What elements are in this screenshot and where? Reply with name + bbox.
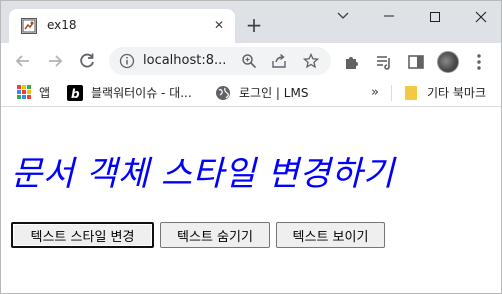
apps-grid-icon[interactable] bbox=[17, 85, 33, 101]
maximize-icon bbox=[430, 12, 440, 22]
bookmark-other-folder[interactable]: 기타 북마크 bbox=[427, 85, 486, 101]
hide-text-button[interactable]: 텍스트 숨기기 bbox=[160, 222, 270, 248]
url-text: localhost:8... bbox=[143, 53, 227, 68]
minimize-icon bbox=[384, 15, 394, 17]
avatar[interactable] bbox=[437, 51, 459, 73]
forward-button[interactable] bbox=[45, 51, 65, 71]
tab-search-button[interactable] bbox=[319, 1, 365, 31]
bookmarks-overflow-icon[interactable]: » bbox=[371, 85, 379, 101]
menu-dots-icon[interactable] bbox=[475, 52, 483, 72]
page-favicon-icon bbox=[21, 18, 37, 34]
tab-close-icon[interactable]: ✕ bbox=[211, 17, 227, 33]
tab-title: ex18 bbox=[47, 18, 77, 32]
bookmark-lms-login[interactable]: 로그인 | LMS bbox=[239, 85, 308, 101]
page-content: 문서 객체 스타일 변경하기 텍스트 스타일 변경 텍스트 숨기기 텍스트 보이… bbox=[1, 108, 501, 293]
tab-ex18[interactable]: ex18 ✕ bbox=[9, 9, 235, 43]
bookmark-apps[interactable]: 앱 bbox=[39, 85, 50, 101]
change-style-button[interactable]: 텍스트 스타일 변경 bbox=[11, 222, 154, 248]
info-icon[interactable] bbox=[119, 53, 135, 69]
address-bar[interactable]: localhost:8... bbox=[109, 47, 331, 75]
close-icon bbox=[475, 11, 487, 23]
back-button[interactable] bbox=[13, 51, 33, 71]
b-logo-icon: b bbox=[67, 85, 83, 101]
show-text-button[interactable]: 텍스트 보이기 bbox=[276, 222, 385, 248]
zoom-icon[interactable] bbox=[241, 53, 257, 69]
folder-icon bbox=[405, 86, 417, 100]
forward-arrow-icon bbox=[49, 55, 63, 67]
bookmarks-bar: 앱 b 블랙워터이슈 - 대... 로그인 | LMS » 기타 북마크 bbox=[1, 79, 501, 107]
back-arrow-icon bbox=[15, 55, 29, 67]
reload-icon bbox=[80, 53, 94, 68]
share-icon[interactable] bbox=[271, 53, 287, 69]
bookmarks-divider bbox=[391, 85, 392, 101]
tab-strip: ex18 ✕ + bbox=[1, 1, 501, 43]
extensions-icon[interactable] bbox=[343, 53, 361, 71]
page-heading: 문서 객체 스타일 변경하기 bbox=[11, 154, 395, 194]
star-icon[interactable] bbox=[302, 52, 320, 69]
maximize-button[interactable] bbox=[411, 1, 457, 31]
chevron-down-icon bbox=[337, 12, 349, 19]
reload-button[interactable] bbox=[77, 51, 97, 71]
new-tab-button[interactable]: + bbox=[243, 14, 265, 36]
browser-window: ex18 ✕ + localhost:8... 앱 b 블랙워터이슈 - 대..… bbox=[0, 0, 502, 294]
reading-list-icon[interactable] bbox=[375, 53, 393, 71]
close-window-button[interactable] bbox=[457, 1, 501, 31]
globe-icon bbox=[215, 85, 231, 101]
browser-toolbar: localhost:8... bbox=[1, 43, 501, 79]
bookmark-blackwater[interactable]: 블랙워터이슈 - 대... bbox=[91, 85, 192, 101]
side-panel-icon[interactable] bbox=[407, 53, 425, 71]
svg-text:b: b bbox=[71, 87, 80, 101]
minimize-button[interactable] bbox=[365, 1, 411, 31]
